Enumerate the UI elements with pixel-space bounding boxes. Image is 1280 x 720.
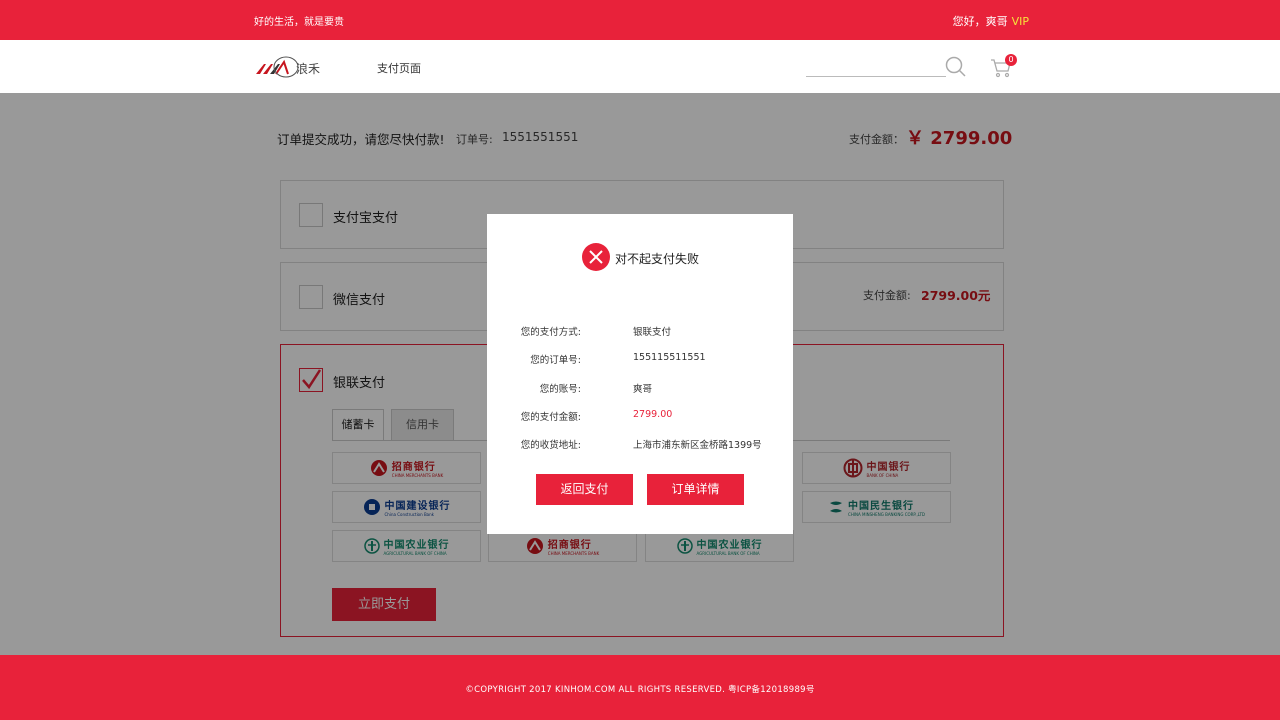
site-footer: ©COPYRIGHT 2017 KINHOM.COM ALL RIGHTS RE… <box>0 655 1280 720</box>
cart-count-badge: 0 <box>1005 54 1017 66</box>
info-label: 您的账号: <box>539 384 581 395</box>
user-greeting[interactable]: 您好，爽哥 VIP <box>953 13 1029 29</box>
info-value: 爽哥 <box>633 384 653 395</box>
dialog-title: 对不起支付失败 <box>615 252 700 266</box>
payment-failed-dialog: 对不起支付失败 您的支付方式: 银联支付 您的订单号: 155115511551… <box>487 214 793 534</box>
info-row-account: 您的账号: 爽哥 <box>487 381 793 397</box>
info-value: 银联支付 <box>633 327 672 338</box>
info-row-method: 您的支付方式: 银联支付 <box>487 324 793 340</box>
info-value: 上海市浦东新区金桥路1399号 <box>633 440 762 451</box>
info-label: 您的支付金额: <box>520 412 581 423</box>
info-value: 2799.00 <box>633 409 673 420</box>
info-row-address: 您的收货地址: 上海市浦东新区金桥路1399号 <box>487 437 793 453</box>
order-details-button[interactable]: 订单详情 <box>647 474 744 505</box>
top-bar: 好的生活，就是要贵 您好，爽哥 VIP <box>0 0 1280 40</box>
info-row-amount: 您的支付金额: 2799.00 <box>487 409 793 425</box>
search-icon[interactable] <box>945 56 967 78</box>
info-value: 155115511551 <box>633 352 706 363</box>
slogan: 好的生活，就是要贵 <box>254 17 344 28</box>
site-header: 浪禾 支付页面 0 <box>0 40 1280 93</box>
error-icon <box>582 243 610 271</box>
info-label: 您的支付方式: <box>520 327 581 338</box>
return-to-payment-button[interactable]: 返回支付 <box>536 474 633 505</box>
info-label: 您的收货地址: <box>520 440 581 451</box>
info-row-order-number: 您的订单号: 155115511551 <box>487 352 793 368</box>
vip-badge: VIP <box>1011 15 1029 28</box>
logo-text: 浪禾 <box>296 62 321 76</box>
nav-payment-page[interactable]: 支付页面 <box>377 60 421 76</box>
copyright-text: ©COPYRIGHT 2017 KINHOM.COM ALL RIGHTS RE… <box>465 685 815 695</box>
search-input[interactable] <box>806 76 946 77</box>
info-label: 您的订单号: <box>530 355 581 366</box>
